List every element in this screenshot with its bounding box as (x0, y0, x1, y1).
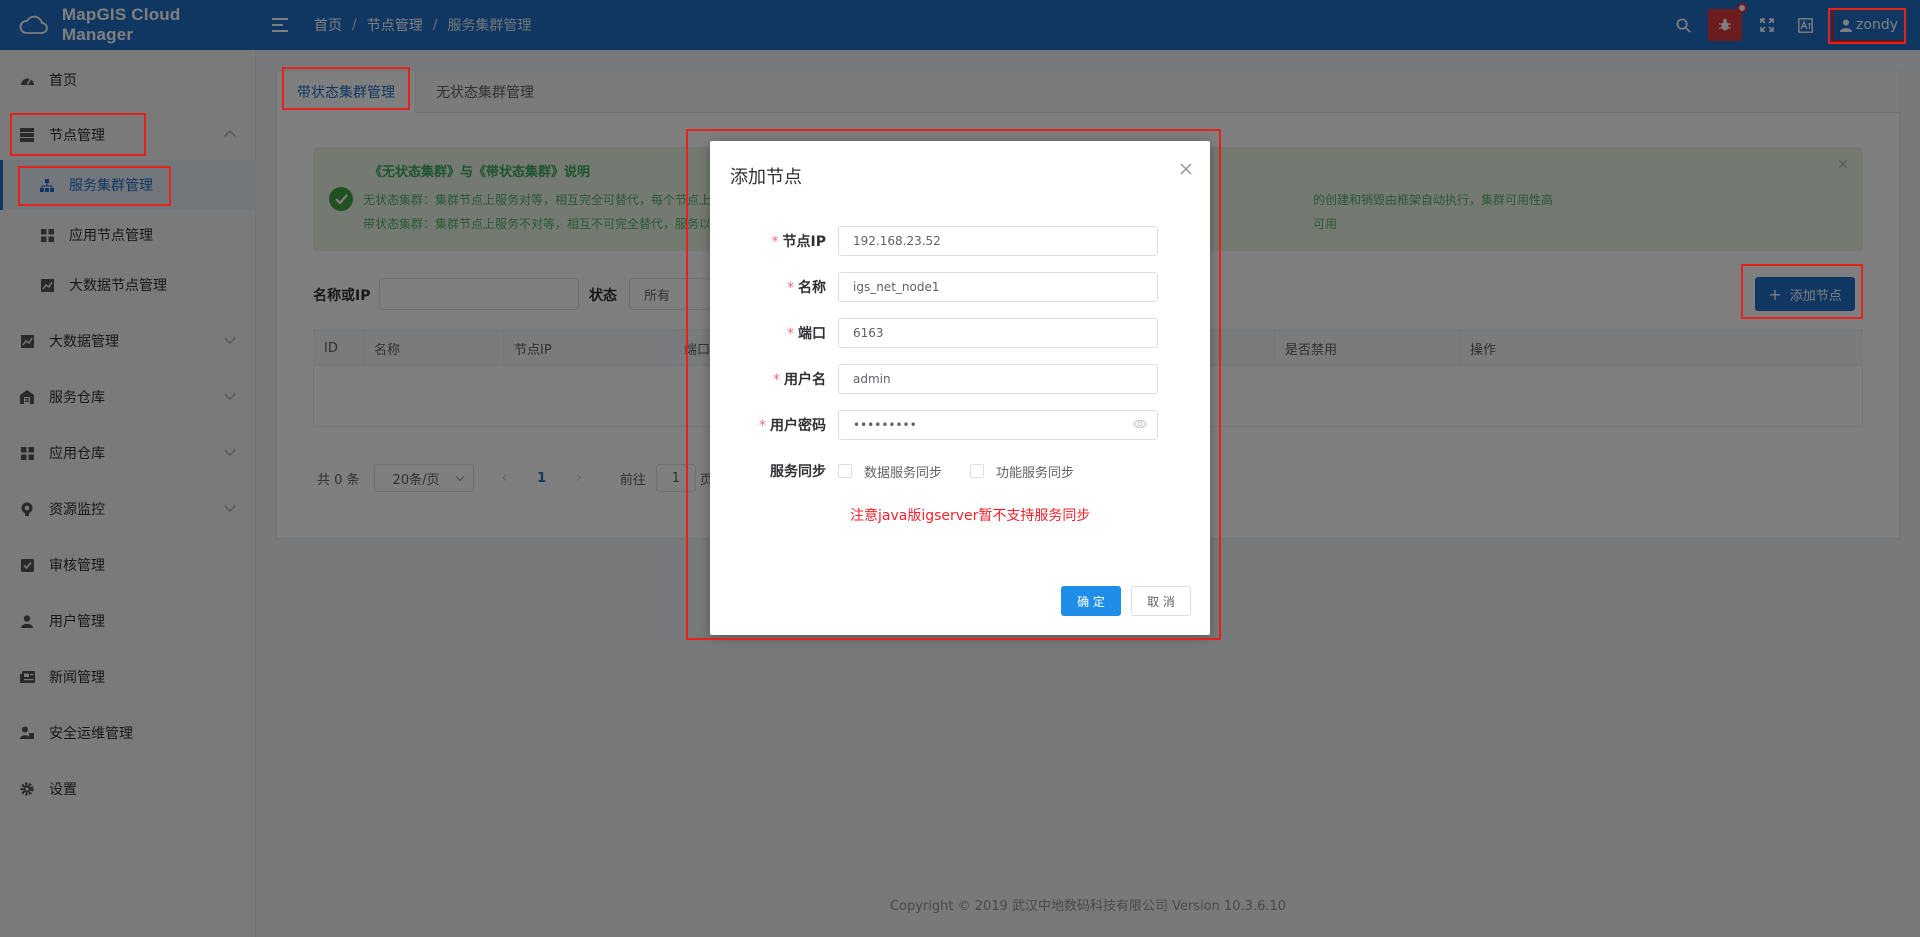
highlight-user-menu (1828, 8, 1906, 44)
highlight-add-node-button (1741, 264, 1863, 319)
highlight-stateful-tab (282, 67, 410, 110)
highlight-add-node-dialog (686, 129, 1221, 640)
highlight-node-management (10, 113, 146, 156)
highlight-service-cluster (18, 166, 171, 206)
